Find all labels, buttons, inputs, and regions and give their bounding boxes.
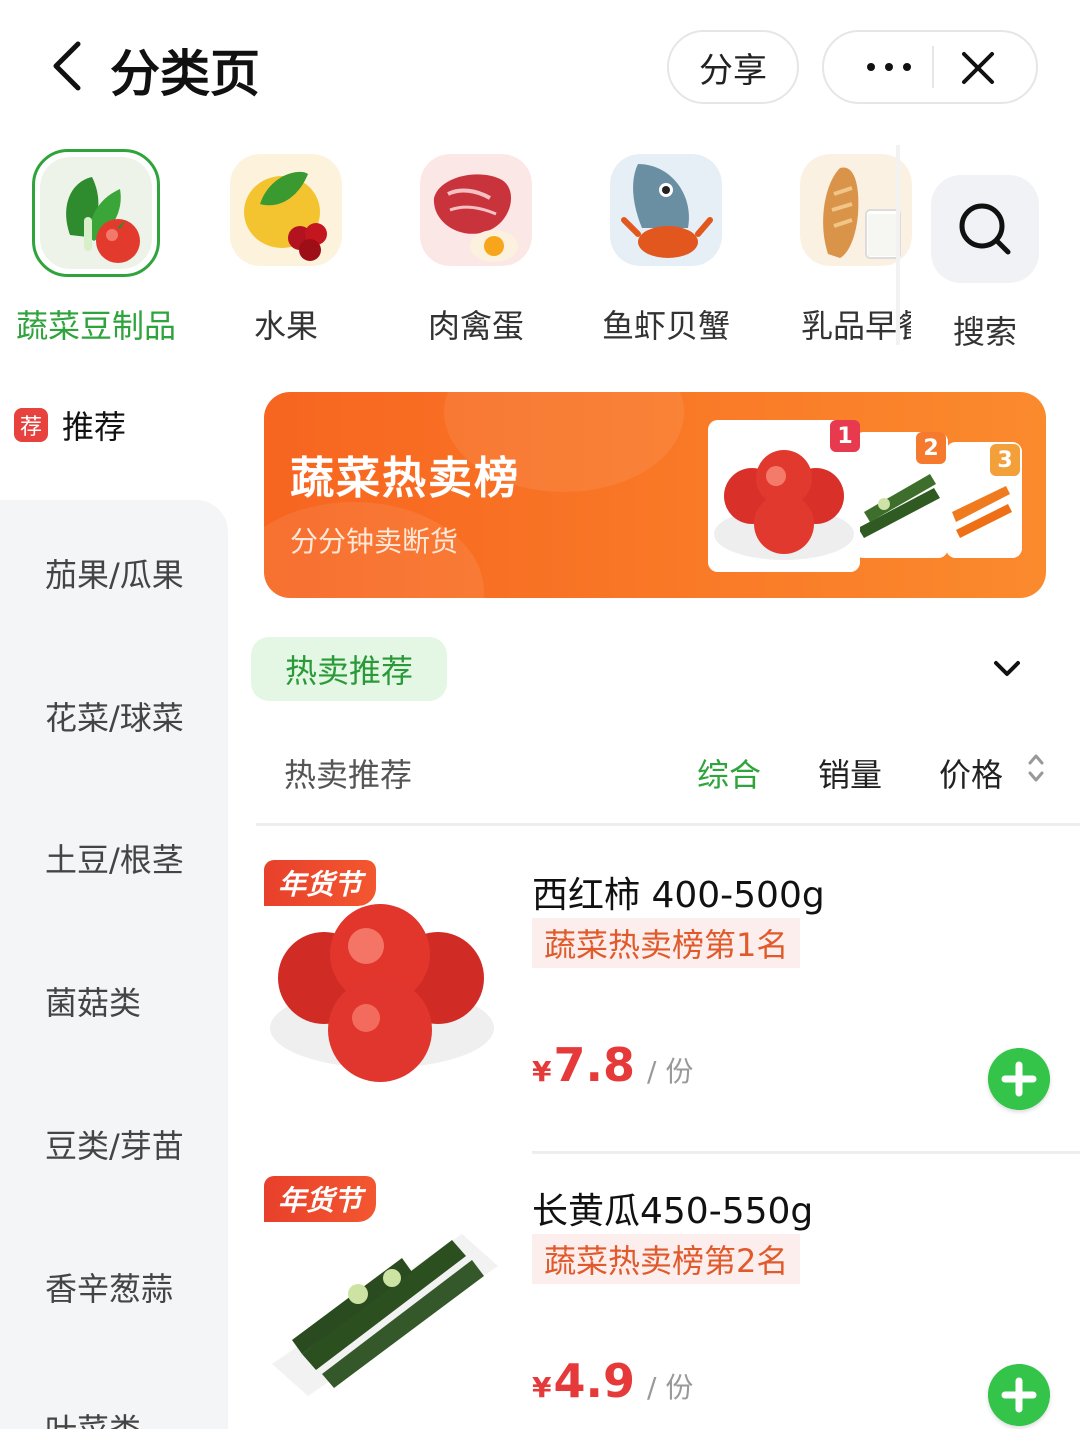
- sidebar-item[interactable]: 菌菇类: [45, 978, 141, 1024]
- product-name: 西红柿 400-500g: [532, 875, 825, 916]
- rank-badge-3: 3: [990, 444, 1020, 476]
- meat-icon: [420, 154, 532, 266]
- product-card[interactable]: 年货节 西红柿 400-500g 蔬菜热卖榜第1名 ¥ 7.8 / 份: [256, 838, 1080, 1154]
- sidebar-item-label: 推荐: [62, 408, 127, 446]
- back-icon[interactable]: [44, 38, 94, 94]
- sort-price[interactable]: 价格: [939, 750, 1003, 796]
- category-label: 水果: [253, 307, 318, 345]
- sidebar-item[interactable]: 香辛葱蒜: [45, 1264, 173, 1310]
- more-icon[interactable]: [844, 32, 934, 102]
- category-label: 乳品早餐: [801, 307, 911, 345]
- sidebar-list: 茄果/瓜果 花菜/球菜 土豆/根茎 菌菇类 豆类/芽苗 香辛葱蒜 叶菜类: [0, 500, 228, 1429]
- category-image-frame: [412, 149, 540, 277]
- side-navigation: 荐 推荐 茄果/瓜果 花菜/球菜 土豆/根茎 菌菇类 豆类/芽苗 香辛葱蒜 叶菜…: [0, 360, 228, 1429]
- sidebar-item-recommend[interactable]: 荐 推荐: [14, 402, 126, 448]
- top-bar: 分类页 分享: [0, 0, 1080, 130]
- category-seafood[interactable]: 鱼虾贝蟹: [576, 145, 756, 347]
- hot-sale-banner[interactable]: 蔬菜热卖榜 分分钟卖断货 3 2 1: [264, 392, 1046, 598]
- category-image-frame: [602, 149, 730, 277]
- category-label: 蔬菜豆制品: [15, 307, 176, 345]
- capsule-divider: [932, 46, 934, 88]
- sidebar-item[interactable]: 土豆/根茎: [45, 835, 184, 881]
- category-search[interactable]: 搜索: [910, 145, 1060, 353]
- rank-badge-1: 1: [830, 420, 860, 452]
- category-label: 鱼虾贝蟹: [601, 307, 730, 345]
- add-to-cart-icon[interactable]: [988, 1048, 1050, 1110]
- category-label: 肉禽蛋: [427, 307, 524, 345]
- category-strip: 蔬菜豆制品 水果 肉禽蛋 鱼虾贝蟹 乳品早 搜索: [0, 145, 1080, 351]
- close-icon[interactable]: [950, 40, 1006, 96]
- sort-sales[interactable]: 销量: [818, 750, 882, 796]
- price-value: 4.9: [553, 1354, 635, 1408]
- search-tile: [931, 175, 1039, 283]
- banner-subtitle: 分分钟卖断货: [290, 525, 459, 558]
- rank-tag: 蔬菜热卖榜第1名: [532, 918, 801, 968]
- sidebar-item[interactable]: 豆类/芽苗: [45, 1121, 184, 1167]
- rank-tag: 蔬菜热卖榜第2名: [532, 1234, 801, 1284]
- rank-badge-2: 2: [916, 432, 946, 464]
- miniprogram-capsule: [822, 30, 1038, 104]
- hot-recommend-chip[interactable]: 热卖推荐: [251, 637, 447, 701]
- chevron-down-icon[interactable]: [990, 654, 1024, 684]
- fruit-icon: [230, 154, 342, 266]
- category-fruit[interactable]: 水果: [196, 145, 376, 347]
- product-name: 长黄瓜450-550g: [532, 1191, 814, 1232]
- category-image-frame: [32, 149, 160, 277]
- vegetable-icon: [40, 157, 152, 269]
- price-unit: / 份: [646, 1371, 694, 1404]
- price-value: 7.8: [553, 1038, 635, 1092]
- strip-divider: [896, 145, 900, 345]
- search-icon: [959, 203, 1011, 255]
- page-title: 分类页: [110, 45, 260, 103]
- add-to-cart-icon[interactable]: [988, 1364, 1050, 1426]
- sort-comprehensive[interactable]: 综合: [697, 750, 761, 796]
- sidebar-item[interactable]: 茄果/瓜果: [45, 550, 184, 596]
- category-vegetables[interactable]: 蔬菜豆制品: [6, 145, 186, 347]
- sort-arrows-icon[interactable]: [1024, 748, 1048, 788]
- price-unit: / 份: [646, 1055, 694, 1088]
- category-image-frame: [792, 149, 920, 277]
- share-button[interactable]: 分享: [667, 30, 799, 104]
- recommend-badge: 荐: [14, 408, 48, 442]
- sort-bar: 热卖推荐 综合 销量 价格: [256, 740, 1080, 826]
- sidebar-item[interactable]: 叶菜类: [45, 1405, 141, 1429]
- seafood-icon: [610, 154, 722, 266]
- category-meat-egg[interactable]: 肉禽蛋: [386, 145, 566, 347]
- sidebar-item[interactable]: 花菜/球菜: [45, 693, 184, 739]
- festival-badge: 年货节: [264, 1176, 377, 1222]
- product-card[interactable]: 年货节 长黄瓜450-550g 蔬菜热卖榜第2名 ¥ 4.9 / 份: [256, 1154, 1080, 1429]
- category-label: 搜索: [952, 313, 1017, 351]
- section-label: 热卖推荐: [284, 756, 413, 794]
- product-price: ¥ 7.8 / 份: [532, 1038, 693, 1092]
- festival-badge: 年货节: [264, 860, 377, 906]
- currency-symbol: ¥: [532, 1055, 552, 1088]
- product-price: ¥ 4.9 / 份: [532, 1354, 693, 1408]
- banner-title: 蔬菜热卖榜: [290, 453, 520, 504]
- category-image-frame: [222, 149, 350, 277]
- currency-symbol: ¥: [532, 1371, 552, 1404]
